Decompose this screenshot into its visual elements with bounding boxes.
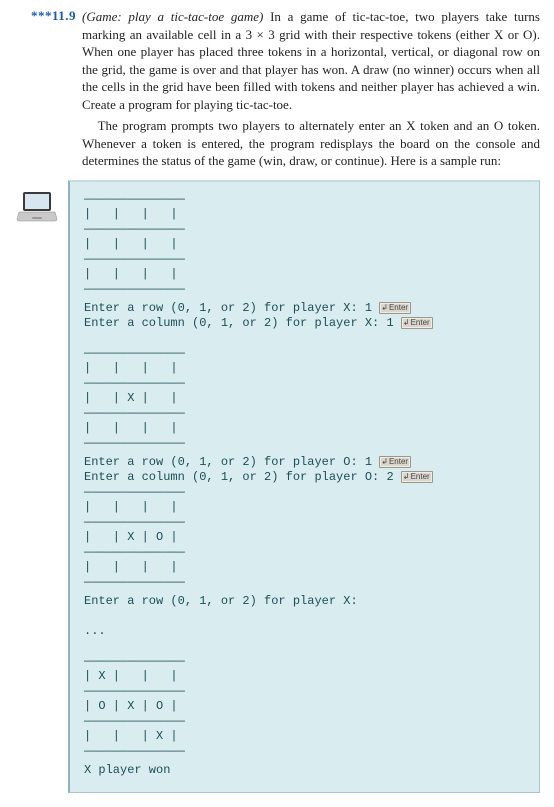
input-row-x: 1 <box>365 301 372 315</box>
board-row: | | | | <box>84 267 178 281</box>
divider: —————————————— <box>84 346 185 360</box>
laptop-icon <box>16 190 58 222</box>
prompt-row-x: Enter a row (0, 1, or 2) for player X: <box>84 301 365 315</box>
divider: —————————————— <box>84 684 185 698</box>
exercise-title: (Game: play a tic-tac-toe game) <box>82 9 263 24</box>
exercise-number: ***11.9 <box>14 8 76 24</box>
board-final: —————————————— | X | | | —————————————— … <box>84 654 525 759</box>
page: ***11.9 (Game: play a tic-tac-toe game) … <box>0 0 554 807</box>
input-col-x: 1 <box>386 316 393 330</box>
board-row: | | | | <box>84 560 178 574</box>
sample-run-wrap: —————————————— | | | | —————————————— | … <box>14 180 540 793</box>
board-row: | | | | <box>84 207 178 221</box>
divider: —————————————— <box>84 376 185 390</box>
prompt-col-o: Enter a column (0, 1, or 2) for player O… <box>84 470 386 484</box>
enter-key-icon: Enter <box>401 317 433 329</box>
divider: —————————————— <box>84 192 185 206</box>
board-row: | | | | <box>84 500 178 514</box>
board-row: | | | | <box>84 237 178 251</box>
divider: —————————————— <box>84 436 185 450</box>
divider: —————————————— <box>84 654 185 668</box>
exercise-block: ***11.9 (Game: play a tic-tac-toe game) … <box>14 8 540 174</box>
divider: —————————————— <box>84 406 185 420</box>
board-row: | | | | <box>84 361 178 375</box>
prompt-col-x: Enter a column (0, 1, or 2) for player X… <box>84 316 386 330</box>
board-2: —————————————— | | | | —————————————— | … <box>84 346 525 451</box>
enter-key-icon: Enter <box>401 471 433 483</box>
winner-line: X player won <box>84 763 170 777</box>
board-row: | | | | <box>84 421 178 435</box>
divider: —————————————— <box>84 714 185 728</box>
divider: —————————————— <box>84 282 185 296</box>
divider: —————————————— <box>84 222 185 236</box>
exercise-para-2: The program prompts two players to alter… <box>82 117 540 170</box>
enter-key-icon: Enter <box>379 456 411 468</box>
divider: —————————————— <box>84 575 185 589</box>
prompt-row-x-2: Enter a row (0, 1, or 2) for player X: <box>84 594 358 608</box>
exercise-body: (Game: play a tic-tac-toe game) In a gam… <box>82 8 540 174</box>
input-col-o: 2 <box>386 470 393 484</box>
board-row: | | | X | <box>84 729 178 743</box>
prompt-row-o: Enter a row (0, 1, or 2) for player O: <box>84 455 365 469</box>
board-row: | | X | O | <box>84 530 178 544</box>
ellipsis: ... <box>84 624 106 638</box>
divider: —————————————— <box>84 515 185 529</box>
enter-key-icon: Enter <box>379 302 411 314</box>
divider: —————————————— <box>84 252 185 266</box>
board-row: | X | | | <box>84 669 178 683</box>
console-output: —————————————— | | | | —————————————— | … <box>68 180 540 793</box>
exercise-para-1-rest: In a game of tic-tac-toe, two players ta… <box>82 9 540 112</box>
divider: —————————————— <box>84 485 185 499</box>
board-1: —————————————— | | | | —————————————— | … <box>84 192 525 297</box>
divider: —————————————— <box>84 744 185 758</box>
divider: —————————————— <box>84 545 185 559</box>
exercise-para-1: (Game: play a tic-tac-toe game) In a gam… <box>82 8 540 113</box>
board-3: —————————————— | | | | —————————————— | … <box>84 485 525 590</box>
laptop-column <box>14 180 60 222</box>
input-row-o: 1 <box>365 455 372 469</box>
board-row: | | X | | <box>84 391 178 405</box>
